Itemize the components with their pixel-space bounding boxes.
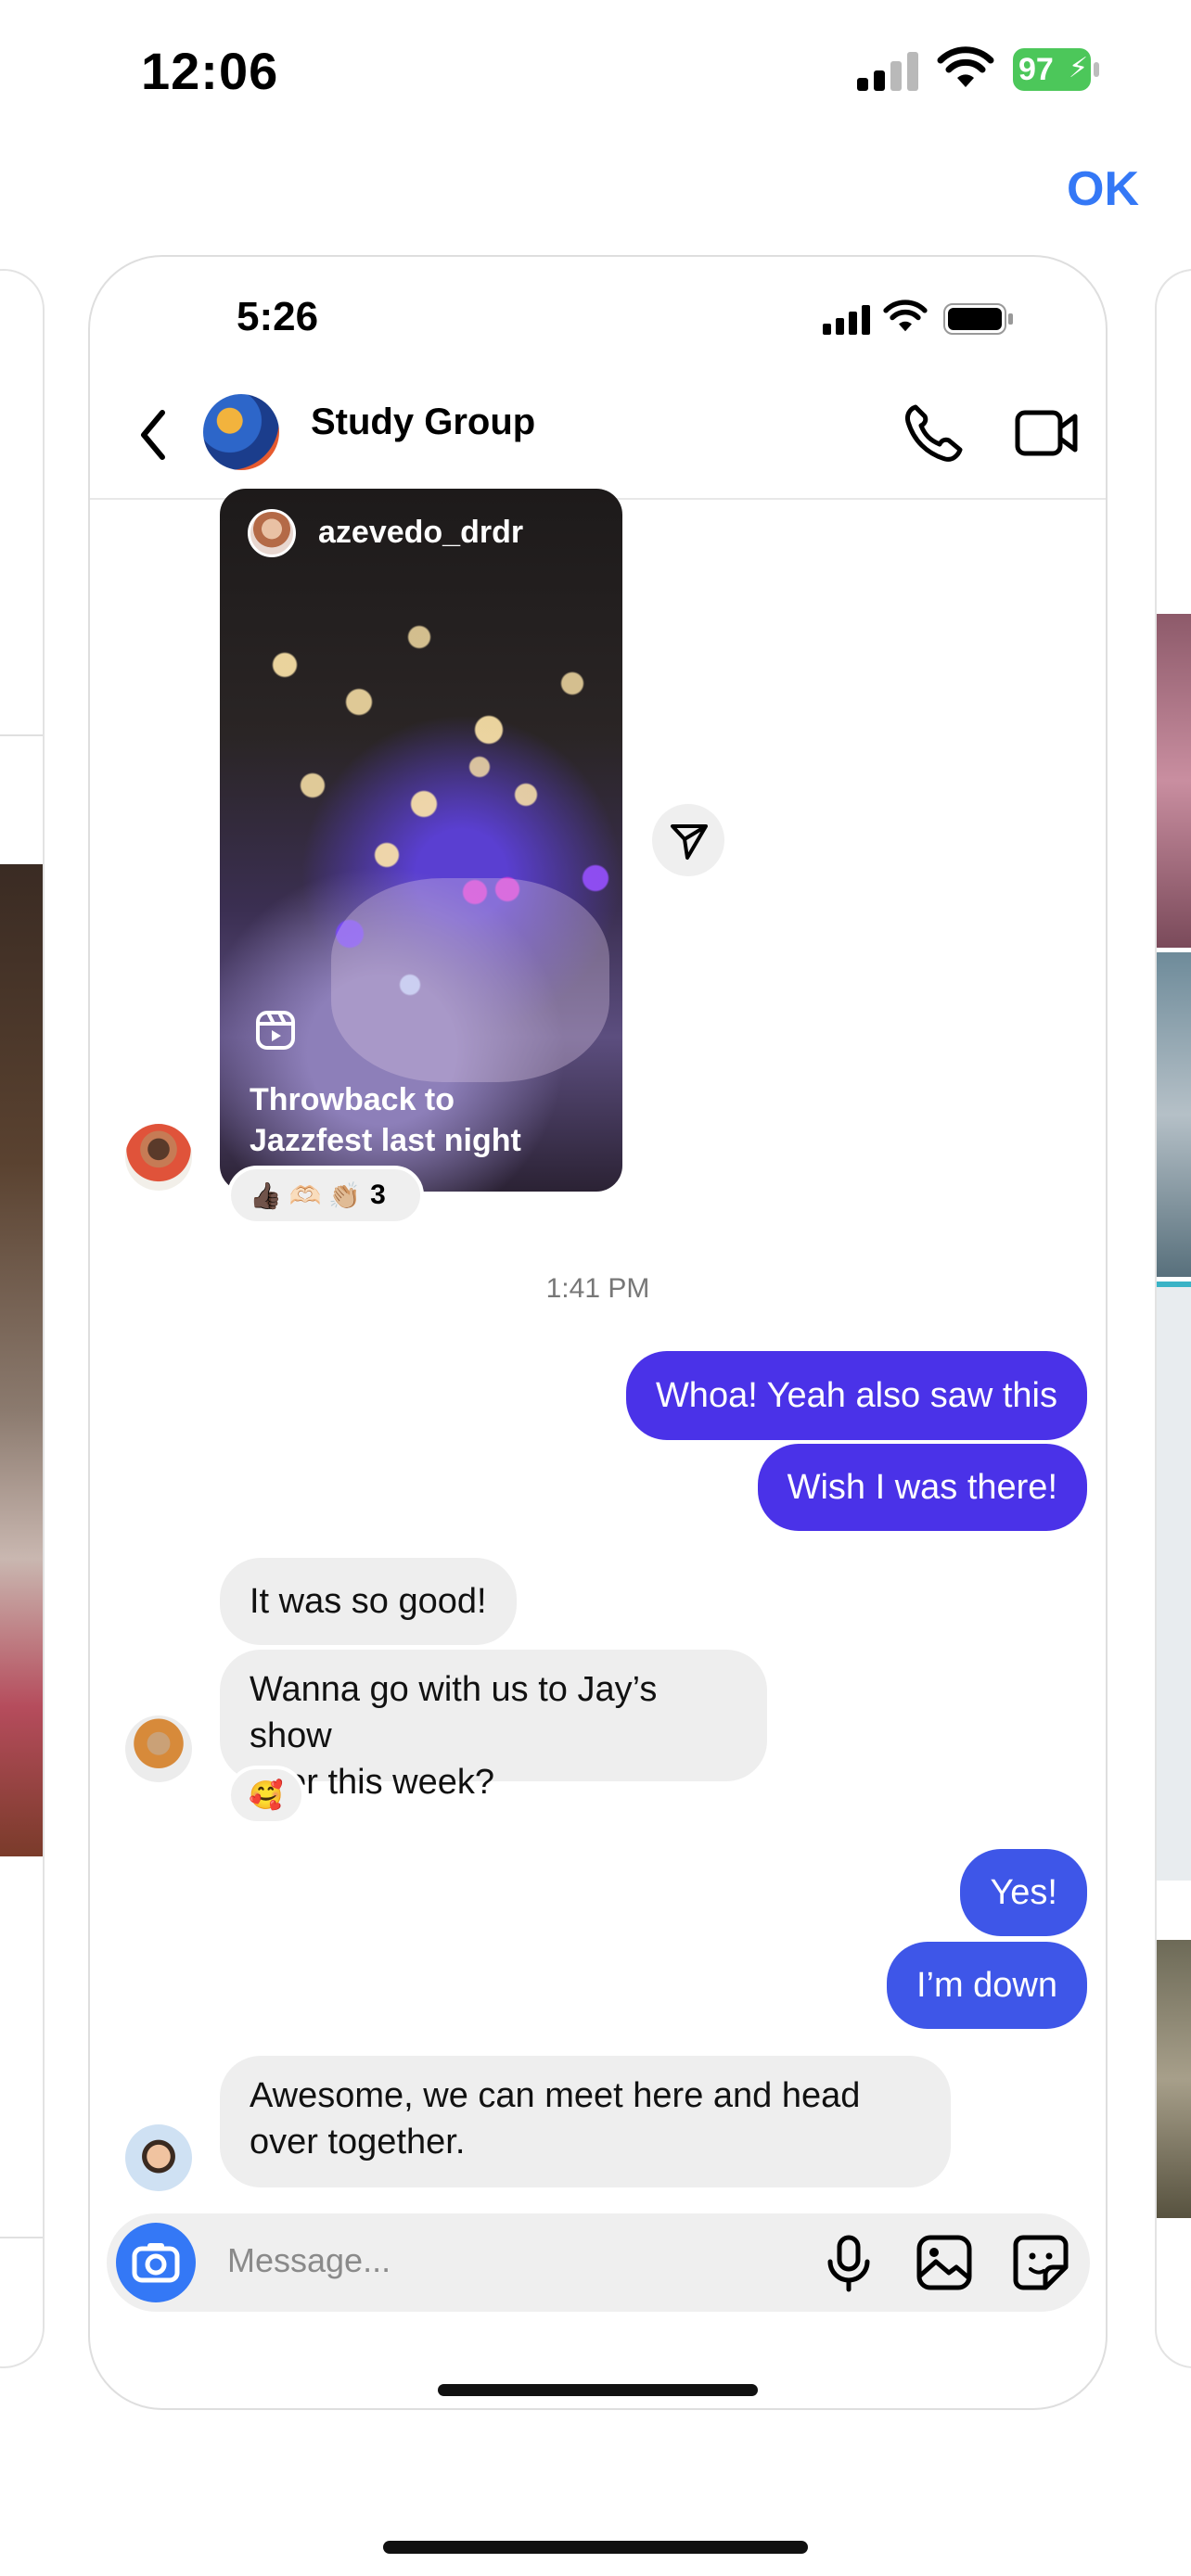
battery-icon: 97 ⚡ — [1013, 48, 1099, 91]
message-line: over together. — [250, 2123, 466, 2162]
message-line: Wanna go with us to Jay’s show — [250, 1670, 658, 1755]
back-arrow-icon[interactable] — [134, 407, 172, 467]
sender-avatar-2[interactable] — [125, 1715, 192, 1782]
incoming-message[interactable]: It was so good! — [220, 1558, 517, 1645]
status-time: 12:06 — [141, 42, 279, 100]
chat-header: Study Group — [90, 359, 1106, 500]
phone-wifi-icon — [883, 300, 928, 338]
message-reaction[interactable]: 🥰 — [227, 1766, 305, 1825]
reels-icon — [255, 1010, 296, 1055]
next-screenshot-card[interactable] — [1155, 269, 1191, 2368]
chat-title[interactable]: Study Group — [311, 402, 535, 443]
chat-screenshot-card: 5:26 Study Group azevedo_drdr Throwback … — [88, 255, 1108, 2410]
group-avatar[interactable] — [203, 394, 279, 470]
outgoing-message[interactable]: Wish I was there! — [757, 1444, 1087, 1531]
share-reel-button[interactable] — [652, 804, 724, 876]
reel-author-avatar — [248, 509, 296, 557]
video-call-icon[interactable] — [1014, 405, 1079, 465]
sender-avatar-3[interactable] — [125, 2124, 192, 2191]
camera-button[interactable] — [116, 2223, 196, 2302]
outgoing-message[interactable]: Whoa! Yeah also saw this — [625, 1351, 1087, 1440]
phone-signal-icon — [823, 303, 875, 339]
sender-avatar-1[interactable] — [125, 1124, 192, 1191]
reel-caption-line-1: Throwback to — [250, 1082, 455, 1117]
outgoing-message[interactable]: I’m down — [886, 1942, 1087, 2029]
reel-author-username: azevedo_drdr — [318, 515, 524, 550]
phone-call-icon[interactable] — [903, 402, 964, 467]
message-line: later this week? — [250, 1763, 495, 1802]
reaction-emojis: 👍🏿 🫶🏻 👏🏼 — [250, 1180, 362, 1210]
stage-glow — [331, 878, 609, 1082]
message-composer: Message... — [107, 2213, 1090, 2312]
message-timestamp: 1:41 PM — [545, 1273, 650, 1304]
send-icon — [671, 824, 708, 860]
shared-reel-card[interactable]: azevedo_drdr Throwback to Jazzfest last … — [220, 489, 622, 1192]
phone-home-indicator — [438, 2384, 758, 2396]
reel-reactions[interactable]: 👍🏿 🫶🏻 👏🏼 3 — [227, 1166, 424, 1225]
sticker-icon[interactable] — [1012, 2234, 1069, 2296]
gallery-icon[interactable] — [916, 2234, 973, 2296]
message-input[interactable]: Message... — [227, 2241, 391, 2280]
message-line: Awesome, we can meet here and head — [250, 2076, 861, 2115]
phone-battery-icon — [943, 303, 1014, 339]
ok-button[interactable]: OK — [1067, 161, 1139, 217]
phone-status-time: 5:26 — [237, 294, 319, 339]
previous-screenshot-card[interactable] — [0, 269, 45, 2368]
incoming-message[interactable]: Awesome, we can meet here and head over … — [220, 2056, 951, 2187]
cellular-signal-icon — [855, 50, 920, 96]
reel-caption-line-2: Jazzfest last night — [250, 1123, 521, 1158]
home-indicator[interactable] — [383, 2541, 808, 2554]
battery-level: 97 — [1018, 52, 1054, 87]
incoming-message[interactable]: Wanna go with us to Jay’s show later thi… — [220, 1650, 767, 1802]
charging-bolt-icon: ⚡ — [1069, 53, 1089, 83]
camera-icon — [132, 2243, 180, 2283]
wifi-icon — [937, 46, 994, 94]
reaction-count: 3 — [370, 1180, 386, 1210]
microphone-icon[interactable] — [821, 2234, 877, 2298]
outgoing-message[interactable]: Yes! — [960, 1849, 1087, 1936]
